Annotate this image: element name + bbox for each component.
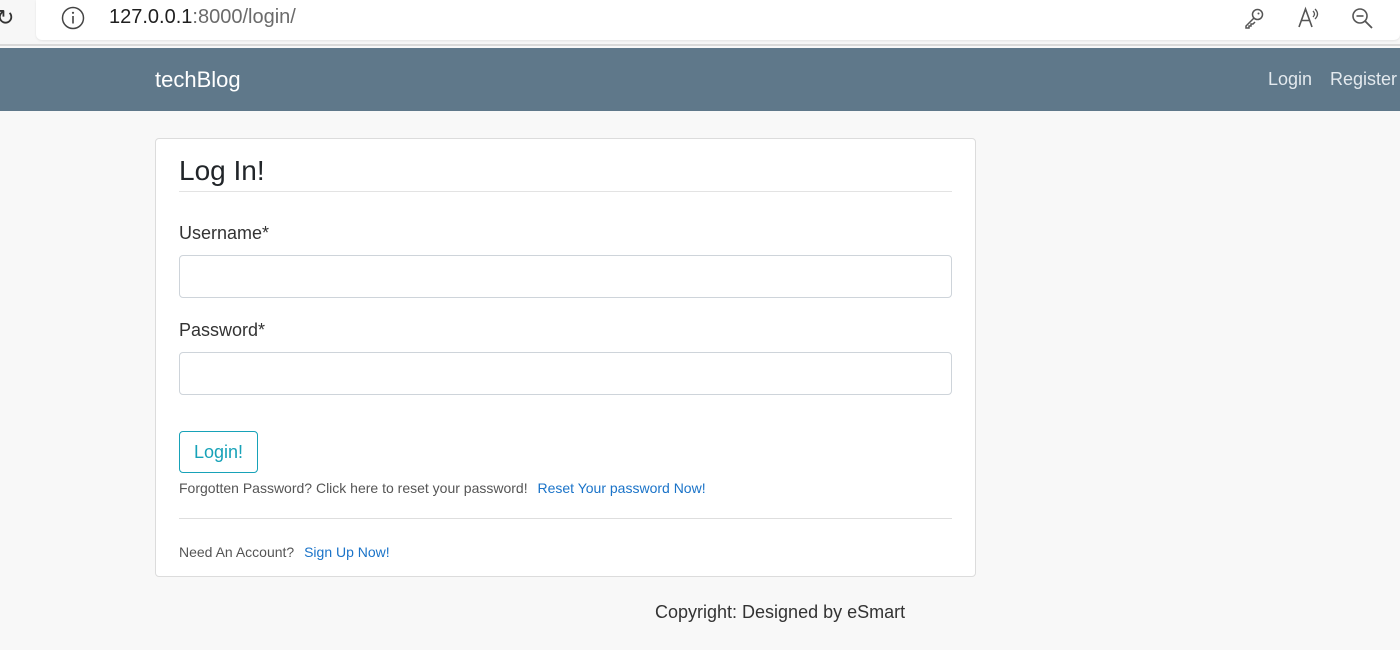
read-aloud-icon[interactable] bbox=[1296, 6, 1320, 30]
signup-line: Need An Account? Sign Up Now! bbox=[179, 544, 390, 560]
need-account-text: Need An Account? bbox=[179, 544, 295, 560]
password-input[interactable] bbox=[179, 352, 952, 395]
key-icon[interactable] bbox=[1242, 6, 1266, 30]
browser-toolbar: ↻ 127.0.0.1:8000/login/ bbox=[0, 0, 1400, 46]
signup-link[interactable]: Sign Up Now! bbox=[304, 544, 390, 560]
login-button[interactable]: Login! bbox=[179, 431, 258, 473]
forgot-password-line: Forgotten Password? Click here to reset … bbox=[179, 480, 706, 496]
footer-copyright: Copyright: Designed by eSmart bbox=[655, 602, 906, 622]
password-label: Password* bbox=[179, 320, 266, 340]
username-label: Username* bbox=[179, 223, 270, 243]
info-icon[interactable] bbox=[61, 6, 85, 30]
nav-register-link[interactable]: Register bbox=[1330, 69, 1397, 90]
forgot-password-text: Forgotten Password? Click here to reset … bbox=[179, 480, 528, 496]
nav-login-link[interactable]: Login bbox=[1268, 69, 1312, 90]
username-input[interactable] bbox=[179, 255, 952, 298]
url-path: :8000/login/ bbox=[192, 6, 296, 28]
reset-password-link[interactable]: Reset Your password Now! bbox=[538, 480, 706, 496]
form-divider bbox=[179, 518, 952, 519]
login-card: Log In! Username* Password* Login! Forgo… bbox=[155, 138, 976, 577]
url-host: 127.0.0.1 bbox=[109, 6, 193, 28]
zoom-out-icon[interactable] bbox=[1350, 6, 1374, 30]
url-text[interactable]: 127.0.0.1:8000/login/ bbox=[109, 6, 296, 29]
brand-link[interactable]: techBlog bbox=[155, 67, 241, 93]
title-divider bbox=[179, 191, 952, 192]
page-title: Log In! bbox=[179, 155, 265, 186]
reload-icon[interactable]: ↻ bbox=[0, 6, 14, 31]
site-navbar: techBlog Login Register bbox=[0, 48, 1400, 111]
